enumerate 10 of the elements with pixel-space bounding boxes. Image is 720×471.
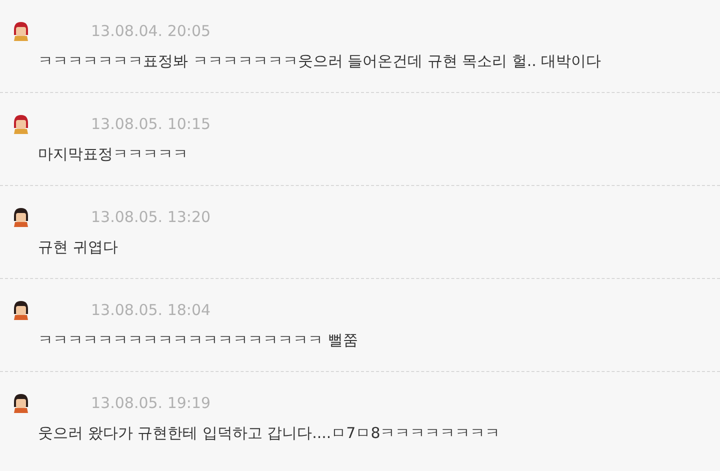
comment-timestamp: 13.08.04. 20:05 <box>91 20 211 42</box>
comment-timestamp: 13.08.05. 18:04 <box>91 300 211 321</box>
comment-text: 규현 귀엽다 <box>38 236 118 258</box>
comment-timestamp: 13.08.05. 13:20 <box>91 206 211 228</box>
comment-text: 웃으러 왔다가 규현한테 입덕하고 갑니다....ㅁ7ㅁ8ㅋㅋㅋㅋㅋㅋㅋㅋ <box>38 422 500 444</box>
comment-timestamp: 13.08.05. 19:19 <box>91 392 211 414</box>
comment-text: 마지막표정ㅋㅋㅋㅋㅋ <box>38 144 188 165</box>
comment-timestamp: 13.08.05. 10:15 <box>91 114 211 135</box>
comment-text: ㅋㅋㅋㅋㅋㅋㅋㅋㅋㅋㅋㅋㅋㅋㅋㅋㅋㅋㅋ 뻘쭘 <box>38 330 358 351</box>
comment-text: ㅋㅋㅋㅋㅋㅋㅋ표정봐 ㅋㅋㅋㅋㅋㅋㅋ웃으러 들어온건데 규현 목소리 헐.. 대박이다 <box>38 50 602 72</box>
